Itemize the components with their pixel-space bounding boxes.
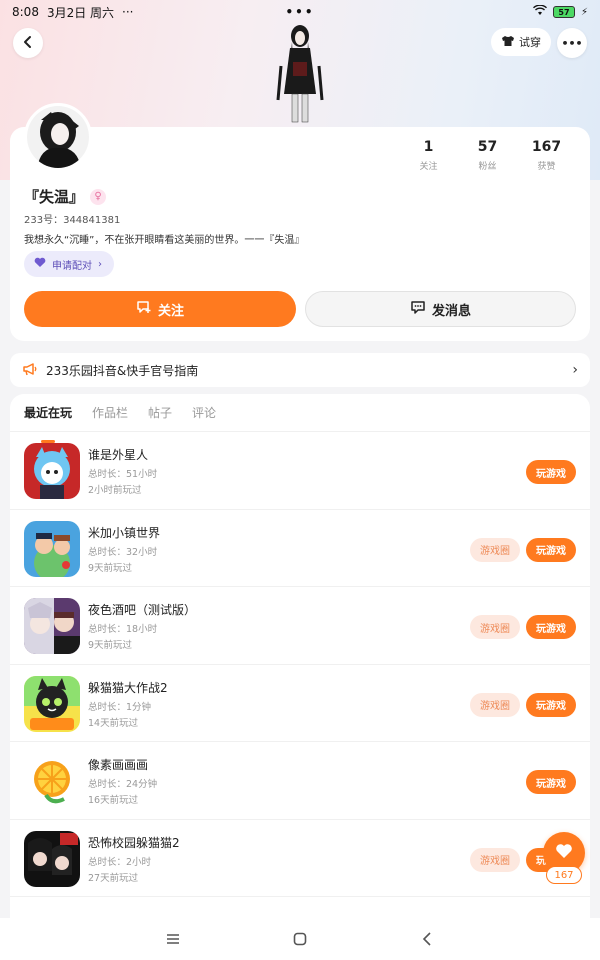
game-circle-button[interactable]: 游戏圈: [470, 537, 520, 562]
chevron-right-icon: ›: [572, 362, 578, 378]
status-time: 8:08: [12, 5, 39, 19]
stat-likes-label: 获赞: [537, 162, 556, 172]
home-icon[interactable]: [280, 919, 320, 959]
game-last-played: 16天前玩过: [88, 795, 139, 806]
game-row[interactable]: 谁是外星人 总时长：51小时 2小时前玩过 玩游戏: [10, 432, 590, 510]
game-name: 像素画画画: [88, 758, 149, 772]
play-game-button[interactable]: 玩游戏: [526, 615, 576, 639]
chevron-left-icon: [22, 34, 34, 53]
game-icon-miga-town: [24, 520, 80, 577]
follow-label: 关注: [157, 303, 184, 319]
guide-banner[interactable]: 233乐园抖音&快手官号指南 ›: [10, 353, 590, 387]
stat-likes[interactable]: 167 获赞: [517, 139, 576, 172]
game-row[interactable]: 恐怖校园躲猫猫2 总时长：2小时 27天前玩过 游戏圈 玩游戏: [10, 820, 590, 897]
try-on-label: 试穿: [519, 36, 541, 49]
like-count-badge: 167: [546, 866, 582, 884]
game-duration: 总时长：2小时: [88, 856, 152, 868]
more-button[interactable]: •••: [557, 28, 587, 58]
user-id: 233号：344841381: [24, 215, 121, 226]
add-friend-icon: [136, 300, 152, 318]
game-icon-alien: [24, 443, 80, 499]
megaphone-icon: [22, 362, 38, 379]
game-duration: 总时长：24分钟: [88, 779, 158, 790]
back-nav-icon[interactable]: [407, 919, 447, 959]
game-row[interactable]: 躲猫猫大作战2 总时长：1分钟 14天前玩过 游戏圈 玩游戏: [10, 665, 590, 742]
avatar[interactable]: [24, 103, 92, 171]
recent-games-card: 最近在玩 作品栏 帖子 评论 谁是外星人 总时长：51小时 2小时前玩过 玩游戏…: [10, 394, 590, 918]
battery-icon: 57: [552, 6, 575, 18]
game-row[interactable]: 夜色酒吧（测试版） 总时长：18小时 9天前玩过 游戏圈 玩游戏: [10, 587, 590, 665]
request-pair-button[interactable]: 申请配对 ›: [24, 251, 114, 277]
charging-icon: ⚡: [580, 6, 588, 18]
game-name: 恐怖校园躲猫猫2: [88, 835, 180, 850]
status-extra: ···: [122, 5, 134, 19]
game-icon-horror-school: [24, 830, 80, 887]
play-game-button[interactable]: 玩游戏: [526, 537, 576, 562]
guide-banner-text: 233乐园抖音&快手官号指南: [46, 363, 199, 378]
try-on-button[interactable]: 试穿: [491, 28, 551, 56]
game-circle-button[interactable]: 游戏圈: [470, 847, 520, 872]
user-bio: 我想永久“沉睡”，不在张开眼睛看这美丽的世界。一一『失温』: [24, 235, 305, 246]
status-date: 3月2日 周六: [46, 5, 115, 20]
profile-tabs: 最近在玩 作品栏 帖子 评论: [10, 394, 590, 432]
tab-posts[interactable]: 帖子: [148, 404, 172, 431]
menu-icon[interactable]: [153, 919, 193, 959]
stats-row: 1 关注 57 粉丝 167 获赞: [399, 139, 576, 172]
game-row[interactable]: 像素画画画 总时长：24分钟 16天前玩过 玩游戏: [10, 742, 590, 820]
stat-likes-count: 167: [531, 139, 562, 155]
game-duration: 总时长：32小时: [88, 546, 158, 558]
game-name: 夜色酒吧（测试版）: [88, 603, 197, 617]
game-duration: 总时长：51小时: [88, 469, 158, 480]
game-icon-hide-cat: [24, 675, 80, 732]
game-icon-night-bar: [24, 598, 80, 654]
female-gender-icon: ♀: [90, 188, 107, 205]
game-last-played: 9天前玩过: [88, 562, 133, 574]
request-pair-label: 申请配对: [52, 260, 92, 272]
system-navigation-bar: [0, 918, 600, 960]
game-duration: 总时长：18小时: [88, 624, 158, 635]
game-name: 谁是外星人: [88, 448, 149, 462]
game-circle-button[interactable]: 游戏圈: [470, 615, 520, 639]
stat-following-count: 1: [423, 139, 434, 155]
stat-fans-count: 57: [477, 139, 498, 155]
more-dots-icon: •••: [561, 36, 583, 50]
message-button[interactable]: 发消息: [305, 291, 576, 327]
game-duration: 总时长：1分钟: [88, 701, 152, 713]
game-last-played: 9天前玩过: [88, 640, 133, 651]
follow-button[interactable]: 关注: [24, 291, 296, 327]
play-game-button[interactable]: 玩游戏: [526, 460, 576, 484]
nickname: 『失温』: [24, 188, 85, 206]
tab-works[interactable]: 作品栏: [92, 404, 128, 431]
heart-icon: [34, 257, 46, 271]
play-game-button[interactable]: 玩游戏: [526, 692, 576, 717]
tab-comments[interactable]: 评论: [192, 404, 216, 431]
tab-recent-play[interactable]: 最近在玩: [24, 404, 72, 431]
stat-following-label: 关注: [419, 162, 438, 172]
game-name: 躲猫猫大作战2: [88, 680, 168, 695]
avatar-figure: [268, 22, 332, 130]
message-label: 发消息: [431, 303, 471, 319]
game-last-played: 14天前玩过: [88, 717, 139, 729]
stat-fans[interactable]: 57 粉丝: [458, 139, 517, 172]
status-bar: 8:08 3月2日 周六 ··· ••• 57 ⚡: [0, 0, 600, 24]
game-name: 米加小镇世界: [88, 525, 161, 540]
heart-icon: [555, 843, 573, 864]
wifi-icon: [532, 4, 547, 19]
game-row[interactable]: 米加小镇世界 总时长：32小时 9天前玩过 游戏圈 玩游戏: [10, 510, 590, 587]
chat-bubble-icon: [410, 300, 426, 318]
profile-card: 1 关注 57 粉丝 167 获赞 『失温』 ♀ 233号：344841381 …: [10, 103, 590, 341]
game-circle-button[interactable]: 游戏圈: [470, 692, 520, 717]
back-button[interactable]: [13, 28, 43, 58]
stat-following[interactable]: 1 关注: [399, 139, 458, 172]
game-last-played: 2小时前玩过: [88, 485, 142, 496]
game-icon-pixel-draw: [24, 753, 80, 809]
chevron-right-icon: ›: [98, 258, 102, 270]
play-game-button[interactable]: 玩游戏: [526, 770, 576, 794]
nickname-row: 『失温』 ♀: [24, 186, 107, 207]
stat-fans-label: 粉丝: [478, 162, 497, 172]
game-last-played: 27天前玩过: [88, 872, 139, 884]
tshirt-icon: [501, 35, 515, 50]
